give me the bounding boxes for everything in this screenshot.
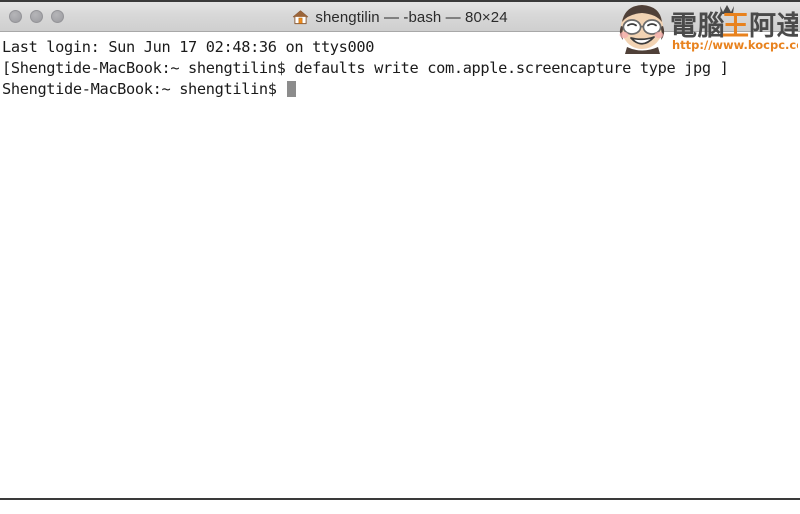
- close-button[interactable]: [9, 10, 22, 23]
- block-cursor: [286, 81, 296, 97]
- minimize-button[interactable]: [30, 10, 43, 23]
- home-icon: [292, 8, 309, 26]
- window-title: shengtilin — -bash — 80×24: [315, 8, 508, 26]
- zoom-button[interactable]: [51, 10, 64, 23]
- window-controls: [9, 10, 64, 23]
- terminal-line: Last login: Sun Jun 17 02:48:36 on ttys0…: [2, 38, 375, 56]
- terminal-line: Shengtide-MacBook:~ shengtilin$: [2, 79, 800, 100]
- terminal-line: [Shengtide-MacBook:~ shengtilin$ default…: [2, 59, 729, 77]
- terminal-window: shengtilin — -bash — 80×24 Last login: S…: [0, 0, 800, 500]
- window-title-group: shengtilin — -bash — 80×24: [0, 2, 800, 32]
- terminal-prompt: Shengtide-MacBook:~ shengtilin$: [2, 80, 286, 98]
- screen: shengtilin — -bash — 80×24 Last login: S…: [0, 0, 800, 514]
- terminal-body[interactable]: Last login: Sun Jun 17 02:48:36 on ttys0…: [0, 32, 800, 498]
- window-titlebar[interactable]: shengtilin — -bash — 80×24: [0, 2, 800, 32]
